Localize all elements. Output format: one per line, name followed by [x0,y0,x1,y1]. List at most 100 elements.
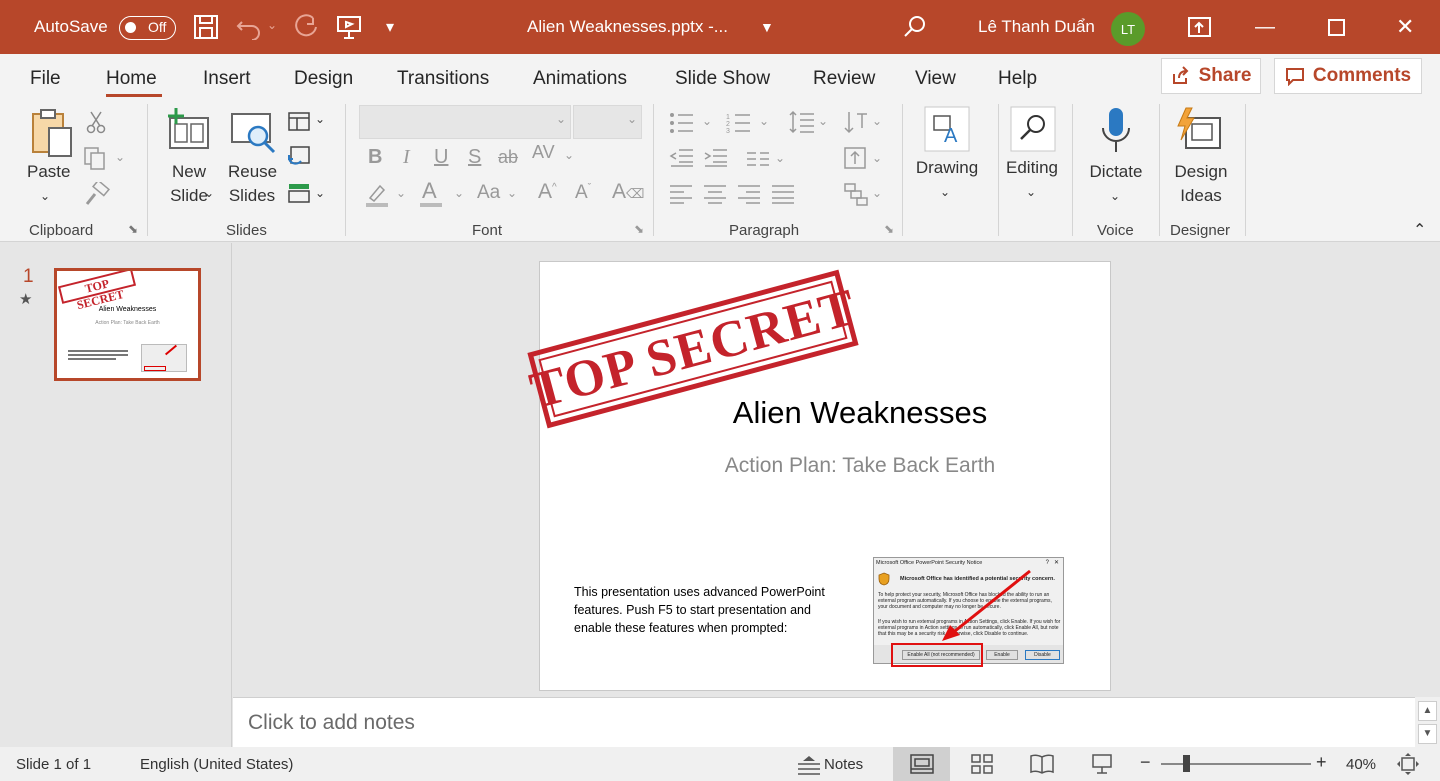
smartart-icon[interactable] [843,182,869,206]
tab-review[interactable]: Review [813,68,875,90]
paste-dropdown-icon[interactable]: ⌄ [40,184,50,208]
tab-design[interactable]: Design [294,68,353,90]
slide-body-text[interactable]: This presentation uses advanced PowerPoi… [574,583,842,637]
clipboard-launcher-icon[interactable]: ⬊ [128,222,138,236]
bullets-icon[interactable] [669,112,695,134]
reading-view-icon[interactable] [1030,754,1054,774]
slide-sorter-icon[interactable] [971,754,993,774]
new-slide-label-1[interactable]: New [162,160,216,184]
cut-icon[interactable] [86,110,106,134]
bullets-dropdown-icon[interactable]: ⌄ [702,114,712,128]
redo-icon[interactable] [293,14,319,40]
decrease-indent-icon[interactable] [669,148,695,168]
align-left-icon[interactable] [669,184,693,204]
tab-slide-show[interactable]: Slide Show [675,68,770,90]
minimize-icon[interactable]: — [1255,0,1275,54]
language-indicator[interactable]: English (United States) [140,756,293,773]
paste-label[interactable]: Paste [27,160,70,184]
clear-formatting-icon[interactable]: A⌫ [612,180,644,204]
tab-transitions[interactable]: Transitions [397,68,489,90]
change-case-dropdown-icon[interactable]: ⌄ [507,186,517,200]
section-dropdown-icon[interactable]: ⌄ [315,186,325,200]
customize-toolbar-icon[interactable]: ▾ [386,0,394,54]
text-direction-icon[interactable] [843,110,869,136]
zoom-out-icon[interactable]: − [1140,752,1151,773]
zoom-level[interactable]: 40% [1346,756,1376,773]
save-icon[interactable] [193,14,219,40]
font-name-dropdown-icon[interactable]: ⌄ [556,112,566,126]
copy-dropdown-icon[interactable]: ⌄ [115,150,125,164]
highlight-icon[interactable] [364,182,390,208]
align-text-dropdown-icon[interactable]: ⌄ [872,151,882,165]
design-ideas-icon[interactable] [1176,106,1224,154]
align-text-icon[interactable] [843,146,869,170]
tab-help[interactable]: Help [998,68,1037,90]
columns-dropdown-icon[interactable]: ⌄ [775,151,785,165]
font-size-dropdown-icon[interactable]: ⌄ [627,112,637,126]
slide-show-icon[interactable] [1091,753,1113,775]
paragraph-launcher-icon[interactable]: ⬊ [884,222,894,236]
design-ideas-label-2[interactable]: Ideas [1170,184,1232,208]
dictate-label[interactable]: Dictate [1085,160,1147,184]
line-spacing-icon[interactable] [789,110,815,134]
character-spacing-dropdown-icon[interactable]: ⌄ [564,148,574,162]
reuse-slides-label-1[interactable]: Reuse [228,160,277,184]
autosave-toggle[interactable]: Off [119,16,176,40]
avatar[interactable]: LT [1111,12,1145,46]
new-slide-icon[interactable] [164,108,212,152]
comments-button[interactable]: Comments [1274,58,1422,94]
scroll-down-icon[interactable]: ▼ [1418,724,1437,744]
highlight-dropdown-icon[interactable]: ⌄ [396,186,406,200]
decrease-font-size-icon[interactable]: Aˇ [575,182,591,204]
close-icon[interactable]: ✕ [1396,0,1414,54]
editing-dropdown-icon[interactable]: ⌄ [1026,180,1036,204]
slide-title[interactable]: Alien Weaknesses [540,395,1110,431]
change-case-icon[interactable]: Aa [477,182,500,204]
font-name-combobox[interactable] [359,105,571,139]
slide-thumbnail[interactable]: TOP SECRET Alien Weaknesses Action Plan:… [54,268,201,381]
slide-canvas[interactable]: TOP SECRET Alien Weaknesses Action Plan:… [524,261,1111,691]
new-slide-dropdown-icon[interactable]: ⌄ [204,186,214,200]
align-right-icon[interactable] [737,184,761,204]
strikethrough-icon[interactable]: ab [498,147,518,168]
font-launcher-icon[interactable]: ⬊ [634,222,644,236]
fit-slide-icon[interactable] [1397,753,1419,775]
increase-indent-icon[interactable] [703,148,729,168]
smartart-dropdown-icon[interactable]: ⌄ [872,186,882,200]
dictate-dropdown-icon[interactable]: ⌄ [1110,184,1120,208]
notes-scrollbar[interactable]: ▲ ▼ [1415,697,1440,747]
notes-pane[interactable]: Click to add notes [233,697,1415,747]
reuse-slides-icon[interactable] [230,112,278,156]
slide-indicator[interactable]: Slide 1 of 1 [16,756,91,773]
numbering-dropdown-icon[interactable]: ⌄ [759,114,769,128]
shadow-icon[interactable]: S [468,146,481,169]
microphone-icon[interactable] [1100,106,1132,156]
columns-icon[interactable] [745,150,771,168]
editing-label[interactable]: Editing [1000,156,1064,180]
increase-font-size-icon[interactable]: A^ [538,180,557,204]
format-painter-icon[interactable] [84,182,110,206]
maximize-icon[interactable] [1328,19,1345,36]
user-name[interactable]: Lê Thanh Duẩn [978,0,1095,54]
layout-dropdown-icon[interactable]: ⌄ [315,112,325,126]
notes-placeholder[interactable]: Click to add notes [248,711,415,735]
zoom-slider-thumb[interactable] [1183,755,1190,772]
scroll-up-icon[interactable]: ▲ [1418,701,1437,721]
undo-icon[interactable] [236,14,262,40]
character-spacing-icon[interactable]: AV [532,142,555,163]
tab-insert[interactable]: Insert [203,68,251,90]
design-ideas-label-1[interactable]: Design [1170,160,1232,184]
bold-icon[interactable]: B [368,146,382,169]
undo-dropdown-icon[interactable]: ⌄ [267,0,277,52]
ribbon-display-options-icon[interactable] [1187,14,1213,40]
section-icon[interactable] [287,182,311,204]
tab-animations[interactable]: Animations [533,68,627,90]
collapse-ribbon-icon[interactable]: ⌃ [1413,220,1426,240]
numbering-icon[interactable]: 123 [726,112,752,134]
font-color-dropdown-icon[interactable]: ⌄ [454,186,464,200]
drawing-label[interactable]: Drawing [911,156,983,180]
reuse-slides-label-2[interactable]: Slides [228,184,276,208]
italic-icon[interactable]: I [403,146,410,169]
copy-icon[interactable] [83,146,107,172]
tab-file[interactable]: File [30,68,61,90]
